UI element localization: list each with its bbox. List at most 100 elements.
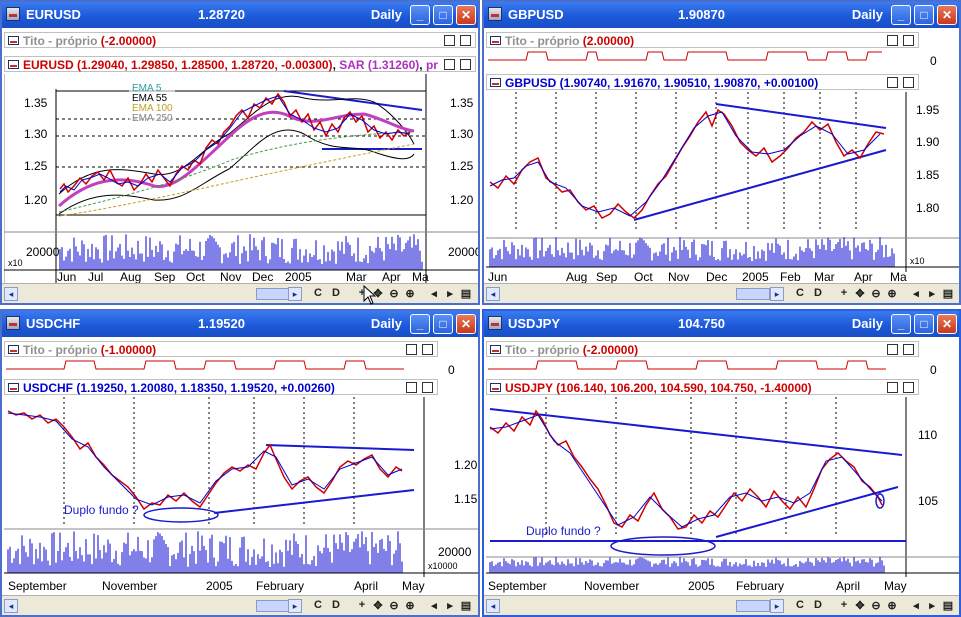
page-left-button[interactable]: ◂ (426, 599, 442, 612)
zoom-out-button[interactable]: ⊖ (386, 287, 402, 300)
pane-close-button[interactable] (903, 382, 914, 393)
price-pane-header[interactable]: USDCHF (1.19250, 1.20080, 1.18350, 1.195… (4, 379, 438, 395)
indicator-pane-header[interactable]: Tito - próprio (-1.00000) (4, 341, 438, 357)
pane-restore-button[interactable] (444, 59, 455, 70)
x-tick: Dec (706, 270, 728, 284)
layout-button[interactable]: ▤ (458, 287, 474, 300)
usdjpy-chart[interactable]: Duplo fundo ? 110 105 (486, 397, 960, 577)
toolbar-c-button[interactable]: C (310, 599, 326, 611)
chart-app-icon[interactable] (488, 7, 502, 21)
eurusd-chart[interactable]: EMA 5 EMA 55 EMA 100 EMA 250 1.35 1.30 1… (4, 74, 478, 284)
scrollbar-thumb[interactable] (736, 600, 770, 612)
scrollbar-thumb[interactable] (736, 288, 770, 300)
zoom-in-button[interactable]: ⊕ (402, 287, 418, 300)
pane-restore-button[interactable] (406, 382, 417, 393)
toolbar-cross-button[interactable]: + (354, 599, 370, 611)
scrollbar-thumb[interactable] (256, 288, 290, 300)
pane-restore-button[interactable] (406, 344, 417, 355)
page-left-button[interactable]: ◂ (426, 287, 442, 300)
titlebar[interactable]: GBPUSD 1.90870 Daily _ □ ✕ (484, 2, 959, 28)
zoom-out-button[interactable]: ⊖ (868, 599, 884, 612)
zoom-in-button[interactable]: ⊕ (884, 599, 900, 612)
usdchf-chart[interactable]: Duplo fundo ? 1.20 1.15 20000 x10000 (4, 397, 478, 577)
toolbar-d-button[interactable]: D (810, 599, 826, 611)
pane-restore-button[interactable] (887, 35, 898, 46)
window-eurusd[interactable]: EURUSD 1.28720 Daily _ □ ✕ Tito - própri… (0, 0, 480, 305)
close-button[interactable]: ✕ (937, 5, 957, 25)
minimize-button[interactable]: _ (891, 5, 911, 25)
toolbar-d-button[interactable]: D (328, 599, 344, 611)
layout-button[interactable]: ▤ (458, 599, 474, 612)
scroll-left-button[interactable]: ◂ (486, 599, 500, 613)
pane-restore-button[interactable] (887, 344, 898, 355)
toolbar-move-button[interactable]: ✥ (852, 599, 868, 612)
titlebar[interactable]: USDJPY 104.750 Daily _ □ ✕ (484, 311, 959, 337)
scroll-left-button[interactable]: ◂ (4, 287, 18, 301)
scroll-left-button[interactable]: ◂ (486, 287, 500, 301)
scroll-right-button[interactable]: ▸ (770, 599, 784, 613)
chart-app-icon[interactable] (6, 7, 20, 21)
pane-close-button[interactable] (903, 35, 914, 46)
pane-close-button[interactable] (460, 59, 471, 70)
maximize-icon: □ (920, 8, 928, 22)
maximize-button[interactable]: □ (914, 314, 934, 334)
zoom-in-button[interactable]: ⊕ (884, 287, 900, 300)
pane-restore-button[interactable] (887, 382, 898, 393)
price-pane-header[interactable]: USDJPY (106.140, 106.200, 104.590, 104.7… (486, 379, 919, 395)
scrollbar-thumb[interactable] (256, 600, 290, 612)
toolbar-move-button[interactable]: ✥ (370, 599, 386, 612)
maximize-button[interactable]: □ (914, 5, 934, 25)
toolbar-c-button[interactable]: C (792, 287, 808, 299)
titlebar[interactable]: EURUSD 1.28720 Daily _ □ ✕ (2, 2, 478, 28)
toolbar-c-button[interactable]: C (792, 599, 808, 611)
page-right-button[interactable]: ▸ (442, 287, 458, 300)
chart-app-icon[interactable] (6, 316, 20, 330)
pane-restore-button[interactable] (887, 77, 898, 88)
toolbar-cross-button[interactable]: + (836, 287, 852, 299)
toolbar-c-button[interactable]: C (310, 287, 326, 299)
chart-app-icon[interactable] (488, 316, 502, 330)
titlebar[interactable]: USDCHF 1.19520 Daily _ □ ✕ (2, 311, 478, 337)
indicator-pane-header[interactable]: Tito - próprio (-2.00000) (4, 32, 476, 48)
maximize-button[interactable]: □ (433, 5, 453, 25)
page-right-button[interactable]: ▸ (924, 599, 940, 612)
price-pane-header[interactable]: EURUSD (1.29040, 1.29850, 1.28500, 1.287… (4, 56, 476, 72)
page-left-button[interactable]: ◂ (908, 599, 924, 612)
pane-close-button[interactable] (460, 35, 471, 46)
close-button[interactable]: ✕ (456, 314, 476, 334)
indicator-pane-header[interactable]: Tito - próprio (-2.00000) (486, 341, 919, 357)
toolbar-move-button[interactable]: ✥ (852, 287, 868, 300)
pane-close-button[interactable] (903, 77, 914, 88)
pane-close-button[interactable] (903, 344, 914, 355)
pane-close-button[interactable] (422, 382, 433, 393)
close-button[interactable]: ✕ (456, 5, 476, 25)
minimize-button[interactable]: _ (891, 314, 911, 334)
window-usdchf[interactable]: USDCHF 1.19520 Daily _ □ ✕ Tito - própri… (0, 309, 480, 617)
pane-restore-button[interactable] (444, 35, 455, 46)
toolbar-d-button[interactable]: D (810, 287, 826, 299)
minimize-button[interactable]: _ (410, 314, 430, 334)
layout-button[interactable]: ▤ (940, 599, 956, 612)
page-right-button[interactable]: ▸ (924, 287, 940, 300)
window-gbpusd[interactable]: GBPUSD 1.90870 Daily _ □ ✕ Tito - própri… (482, 0, 961, 305)
toolbar-cross-button[interactable]: + (836, 599, 852, 611)
indicator-pane-header[interactable]: Tito - próprio (2.00000) (486, 32, 919, 48)
window-usdjpy[interactable]: USDJPY 104.750 Daily _ □ ✕ Tito - própri… (482, 309, 961, 617)
pane-close-button[interactable] (422, 344, 433, 355)
price-pane-header[interactable]: GBPUSD (1.90740, 1.91670, 1.90510, 1.908… (486, 74, 919, 90)
minimize-button[interactable]: _ (410, 5, 430, 25)
zoom-out-button[interactable]: ⊖ (868, 287, 884, 300)
gbpusd-chart[interactable]: 1.95 1.90 1.85 1.80 x10 (486, 92, 960, 272)
scroll-right-button[interactable]: ▸ (770, 287, 784, 301)
page-left-button[interactable]: ◂ (908, 287, 924, 300)
toolbar-d-button[interactable]: D (328, 287, 344, 299)
page-right-button[interactable]: ▸ (442, 599, 458, 612)
zoom-in-button[interactable]: ⊕ (402, 599, 418, 612)
scroll-left-button[interactable]: ◂ (4, 599, 18, 613)
close-button[interactable]: ✕ (937, 314, 957, 334)
layout-button[interactable]: ▤ (940, 287, 956, 300)
maximize-button[interactable]: □ (433, 314, 453, 334)
scroll-right-button[interactable]: ▸ (288, 287, 302, 301)
scroll-right-button[interactable]: ▸ (288, 599, 302, 613)
zoom-out-button[interactable]: ⊖ (386, 599, 402, 612)
